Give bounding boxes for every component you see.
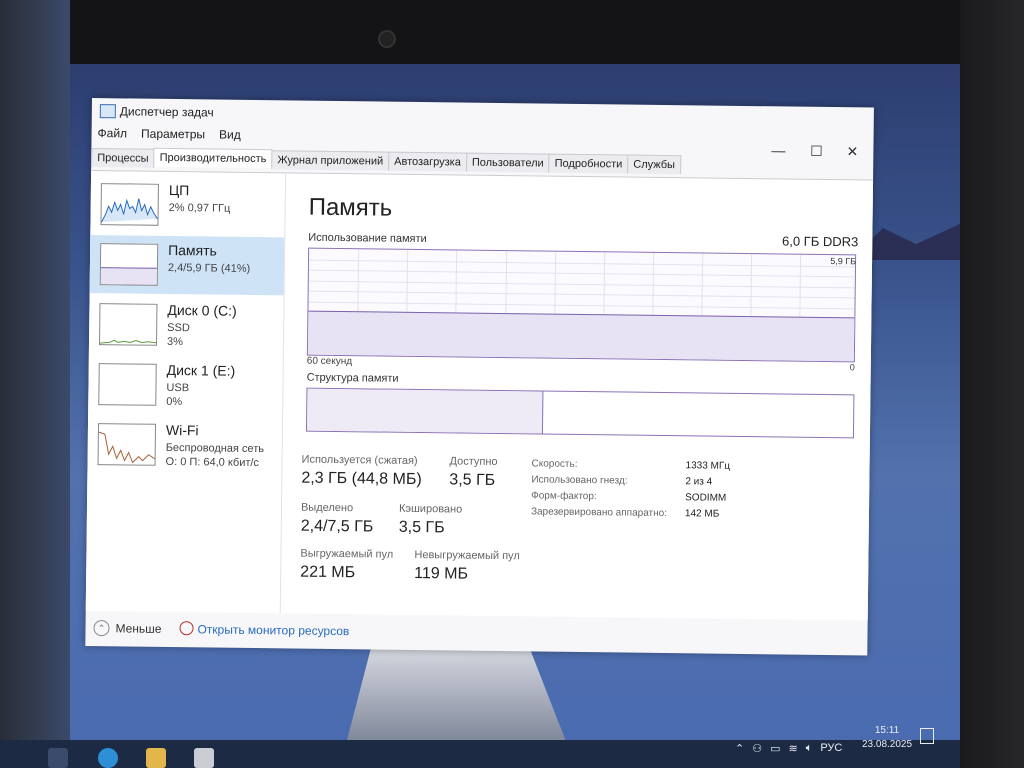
memory-usage-graph xyxy=(306,247,857,363)
sidebar-item-memory[interactable]: Память 2,4/5,9 ГБ (41%) xyxy=(89,234,285,296)
usage-graph-label: Использование памяти xyxy=(308,231,427,246)
spec-value-form-factor: SODIMM xyxy=(685,492,727,504)
tab-app-history[interactable]: Журнал приложений xyxy=(271,150,390,171)
cached-label: Кэшировано xyxy=(398,502,463,516)
language-indicator[interactable]: РУС xyxy=(820,742,842,754)
minimize-button[interactable]: — xyxy=(763,142,793,158)
disk-graph-icon xyxy=(98,303,158,346)
spec-key-slots: Использовано гнезд: xyxy=(531,474,628,487)
task-manager-icon xyxy=(99,104,116,119)
performance-panel: ЦП 2% 0,97 ГГц Память 2,4/5,9 ГБ (41%) Д… xyxy=(85,169,874,621)
close-button[interactable]: ✕ xyxy=(837,143,867,160)
open-resource-monitor-link[interactable]: Открыть монитор ресурсов xyxy=(197,622,349,638)
system-tray: ⌃ ⚇ ▭ ≋ 🔈︎ РУС xyxy=(735,736,842,760)
network-graph-icon xyxy=(97,423,157,466)
window-title: Диспетчер задач xyxy=(119,104,214,120)
in-use-label: Используется (сжатая) xyxy=(301,453,418,468)
task-view-icon[interactable] xyxy=(48,748,68,768)
task-manager-window: Диспетчер задач — ☐ ✕ Файл Параметры Вид… xyxy=(85,98,874,656)
nonpaged-pool-value: 119 МБ xyxy=(414,564,469,583)
menu-bar: Файл Параметры Вид xyxy=(97,126,240,142)
wallpaper-structure xyxy=(346,644,567,744)
volume-icon[interactable]: 🔈︎ xyxy=(806,742,813,755)
available-value: 3,5 ГБ xyxy=(449,471,496,489)
task-manager-taskbar-icon[interactable] xyxy=(194,748,214,768)
tab-services[interactable]: Службы xyxy=(627,154,682,175)
notification-icon[interactable] xyxy=(920,728,934,744)
sidebar-item-label: Диск 1 (E:) xyxy=(166,361,236,379)
clock-time: 15:11 xyxy=(874,725,900,736)
sidebar-item-disk0[interactable]: Диск 0 (C:) SSD 3% xyxy=(89,295,284,355)
clock-date: 23.08.2025 xyxy=(862,739,913,750)
fewer-details-button[interactable]: Меньше xyxy=(115,621,161,636)
cached-value: 3,5 ГБ xyxy=(398,518,445,537)
spec-key-reserved: Зарезервировано аппаратно: xyxy=(530,506,668,520)
menu-view[interactable]: Вид xyxy=(219,128,241,142)
committed-label: Выделено xyxy=(300,501,354,515)
chevron-up-icon[interactable]: ⌃ xyxy=(735,742,744,755)
spec-key-form-factor: Форм-фактор: xyxy=(531,490,597,503)
spec-key-speed: Скорость: xyxy=(531,458,578,470)
time-span-label: 60 секунд xyxy=(306,355,353,368)
sidebar-item-label: Память xyxy=(168,241,218,259)
sidebar-item-cpu[interactable]: ЦП 2% 0,97 ГГц xyxy=(90,175,285,235)
sidebar-item-detail: 2,4/5,9 ГБ (41%) xyxy=(167,261,251,275)
menu-file[interactable]: Файл xyxy=(97,126,127,140)
tab-users[interactable]: Пользователи xyxy=(465,152,550,173)
tab-startup[interactable]: Автозагрузка xyxy=(388,151,468,172)
memory-composition-bar xyxy=(305,387,855,439)
tab-processes[interactable]: Процессы xyxy=(91,147,155,168)
sidebar-item-label: ЦП xyxy=(168,181,190,199)
spec-value-slots: 2 из 4 xyxy=(685,476,713,488)
nonpaged-pool-label: Невыгружаемый пул xyxy=(414,548,520,563)
taskbar-clock[interactable]: 15:11 23.08.2025 xyxy=(862,724,912,752)
usage-min-label: 0 xyxy=(849,362,855,373)
sidebar-item-disk1[interactable]: Диск 1 (E:) USB 0% xyxy=(88,355,283,415)
disk-graph-icon xyxy=(98,363,157,406)
wifi-icon[interactable]: ≋ xyxy=(789,742,798,755)
spec-value-speed: 1333 МГц xyxy=(685,460,731,472)
sidebar-item-detail: Беспроводная сеть xyxy=(165,441,265,456)
committed-value: 2,4/7,5 ГБ xyxy=(300,517,374,536)
page-title: Память xyxy=(308,193,393,222)
paged-pool-label: Выгружаемый пул xyxy=(300,547,394,561)
memory-details: Память 6,0 ГБ DDR3 Использование памяти … xyxy=(296,174,861,621)
resource-monitor-icon[interactable] xyxy=(179,621,194,636)
cpu-graph-icon xyxy=(100,183,159,226)
chevron-up-icon[interactable]: ⌃ xyxy=(93,620,110,637)
in-use-value: 2,3 ГБ (44,8 МБ) xyxy=(301,469,422,489)
sidebar-item-detail: SSD xyxy=(167,321,190,335)
screen-bezel-top xyxy=(0,0,1024,64)
sidebar-item-usage: 0% xyxy=(166,395,183,409)
memory-usage-fill xyxy=(307,310,855,362)
menu-options[interactable]: Параметры xyxy=(141,127,205,142)
available-label: Доступно xyxy=(449,455,498,468)
spec-value-reserved: 142 МБ xyxy=(684,508,720,520)
edge-browser-icon[interactable] xyxy=(98,748,118,768)
sidebar-item-wifi[interactable]: Wi-Fi Беспроводная сеть О: 0 П: 64,0 кби… xyxy=(87,415,282,475)
maximize-button[interactable]: ☐ xyxy=(801,143,831,160)
sidebar-item-detail: 2% 0,97 ГГц xyxy=(168,201,231,215)
sidebar-item-label: Диск 0 (C:) xyxy=(167,301,237,319)
memory-graph-icon xyxy=(99,243,159,286)
screen-bezel-left xyxy=(0,0,70,768)
paged-pool-value: 221 МБ xyxy=(300,563,356,582)
screen-bezel-right xyxy=(960,0,1024,768)
usage-max-label: 5,9 ГБ xyxy=(830,256,857,267)
webcam xyxy=(378,30,396,48)
sidebar-item-detail: USB xyxy=(166,381,190,395)
composition-available xyxy=(543,392,854,438)
battery-icon[interactable]: ▭ xyxy=(770,742,780,755)
composition-in-use xyxy=(306,388,544,434)
tab-performance[interactable]: Производительность xyxy=(153,147,273,169)
sidebar-item-usage: 3% xyxy=(166,335,184,349)
sidebar-item-label: Wi-Fi xyxy=(165,421,199,439)
people-icon[interactable]: ⚇ xyxy=(752,742,762,755)
resource-sidebar: ЦП 2% 0,97 ГГц Память 2,4/5,9 ГБ (41%) Д… xyxy=(85,170,287,614)
sidebar-item-usage: О: 0 П: 64,0 кбит/с xyxy=(165,455,260,470)
tab-details[interactable]: Подробности xyxy=(548,153,629,174)
structure-label: Структура памяти xyxy=(306,371,399,385)
memory-spec: 6,0 ГБ DDR3 xyxy=(781,233,859,250)
file-explorer-icon[interactable] xyxy=(146,748,166,768)
